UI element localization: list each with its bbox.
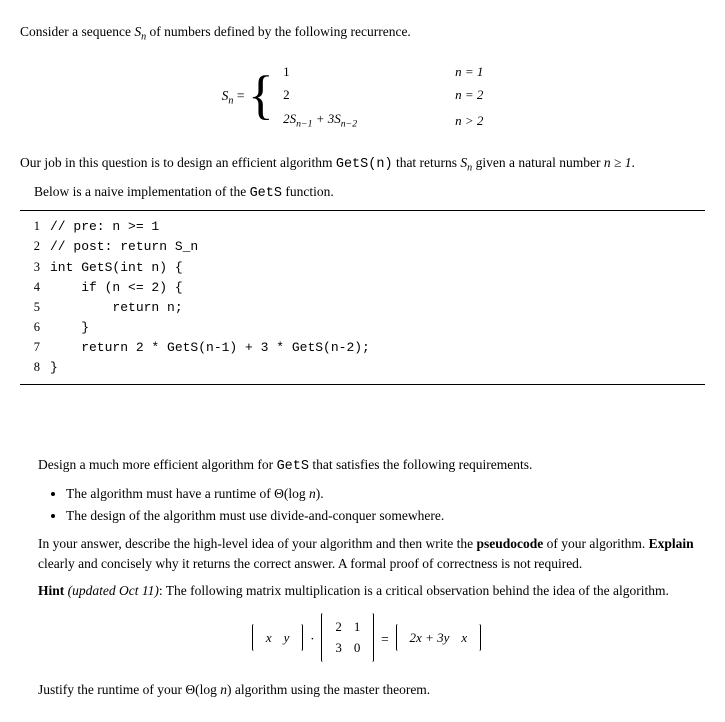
fn-name: GetS(n) <box>336 157 393 172</box>
rec-case1-val: 1 <box>279 61 375 83</box>
seq-sym: Sn <box>134 24 146 39</box>
matrix-equation: xy · 21 30 = 2x + 3yx <box>38 613 695 668</box>
justify-runtime: Justify the runtime of your Θ(log n) alg… <box>38 680 695 700</box>
requirement-1: The algorithm must have a runtime of Θ(l… <box>66 484 695 504</box>
rec-case3-val: 2Sn−1 + 3Sn−2 <box>279 108 375 133</box>
hint-paragraph: Hint (updated Oct 11): The following mat… <box>38 581 695 601</box>
lineno: 1 <box>20 217 40 237</box>
lineno: 2 <box>20 237 40 257</box>
code-l2: // post: return S_n <box>50 237 198 257</box>
question-block: Design a much more efficient algorithm f… <box>38 455 695 700</box>
lineno: 3 <box>20 258 40 278</box>
requirement-list: The algorithm must have a runtime of Θ(l… <box>38 484 695 527</box>
rec-case2-val: 2 <box>279 84 375 106</box>
code-l5: return n; <box>50 298 183 318</box>
code-l4: if (n <= 2) { <box>50 278 183 298</box>
lineno: 6 <box>20 318 40 338</box>
rec-case3-cond: n > 2 <box>451 108 501 133</box>
design-req-intro: Design a much more efficient algorithm f… <box>38 455 695 477</box>
rec-case2-cond: n = 2 <box>451 84 501 106</box>
rule-top <box>20 210 705 211</box>
code-listing: 1 // pre: n >= 1 2 // post: return S_n 3 in… <box>20 217 705 378</box>
code-l1: // pre: n >= 1 <box>50 217 159 237</box>
lineno: 8 <box>20 358 40 378</box>
code-l8: } <box>50 358 58 378</box>
task-paragraph: Our job in this question is to design an… <box>20 153 705 176</box>
naive-intro: Below is a naive implementation of the G… <box>34 182 705 204</box>
code-l6: } <box>50 318 89 338</box>
code-l7: return 2 * GetS(n-1) + 3 * GetS(n-2); <box>50 338 370 358</box>
intro-paragraph: Consider a sequence Sn of numbers define… <box>20 22 705 45</box>
rule-bottom <box>20 384 705 385</box>
lineno: 7 <box>20 338 40 358</box>
intro-text-b: of numbers defined by the following recu… <box>146 24 411 39</box>
lineno: 5 <box>20 298 40 318</box>
answer-instructions: In your answer, describe the high-level … <box>38 534 695 575</box>
intro-text-a: Consider a sequence <box>20 24 134 39</box>
recurrence-definition: Sn = { 1 n = 1 2 n = 2 2Sn−1 + 3Sn−2 n >… <box>20 59 705 135</box>
code-l3: int GetS(int n) { <box>50 258 183 278</box>
lineno: 4 <box>20 278 40 298</box>
requirement-2: The design of the algorithm must use div… <box>66 506 695 526</box>
rec-case1-cond: n = 1 <box>451 61 501 83</box>
